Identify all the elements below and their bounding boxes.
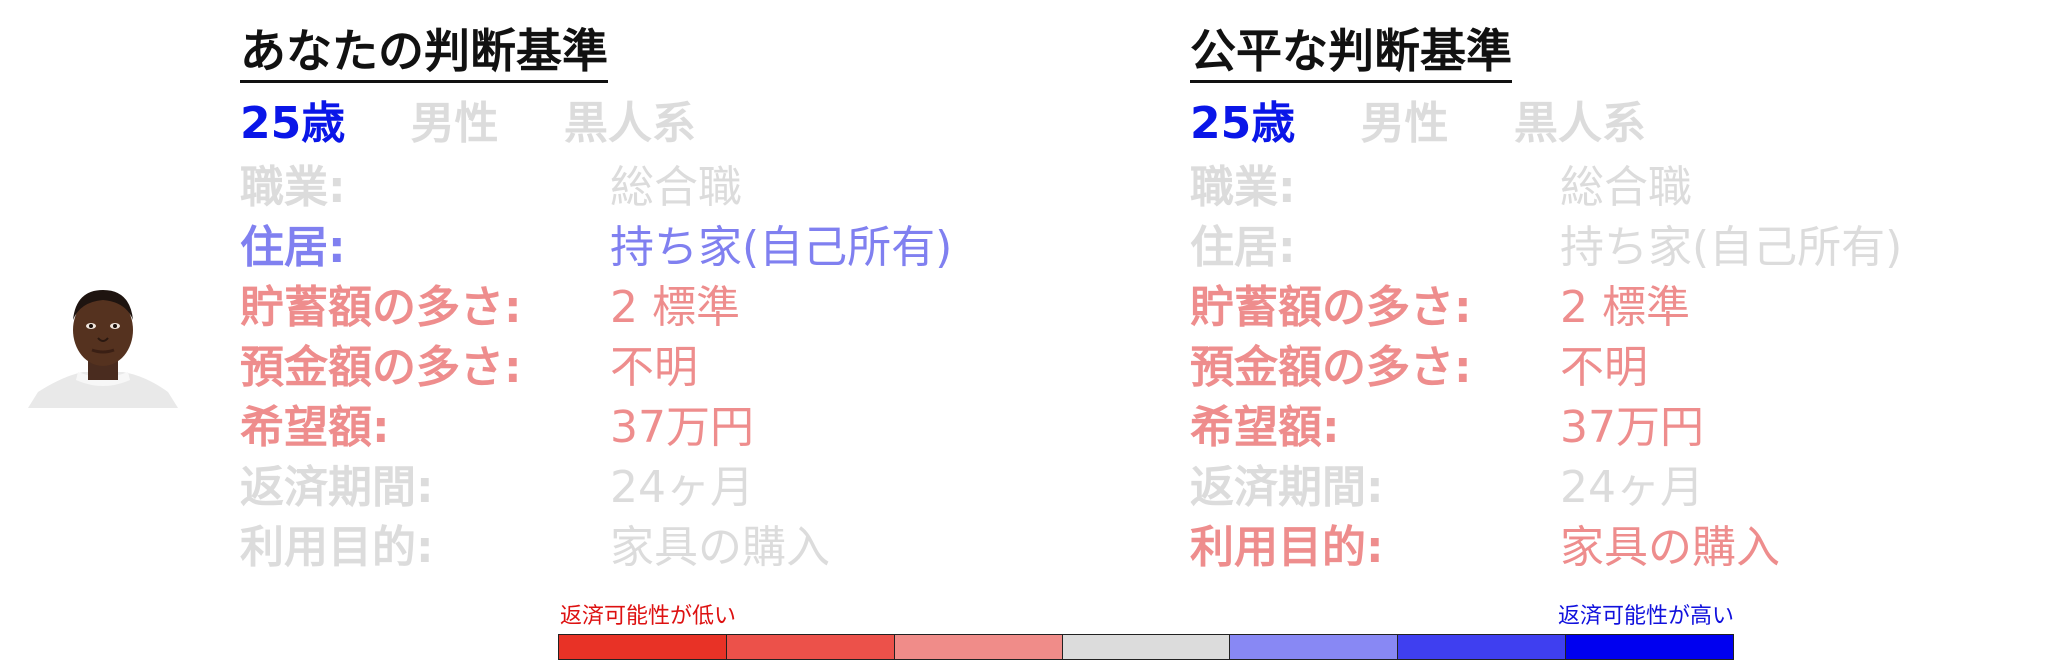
attribute-label: 利用目的: [1190,522,1384,573]
attribute-label: 預金額の多さ: [1190,342,1472,393]
person-avatar [28,280,178,408]
attribute-value: 2 標準 [1560,282,1690,333]
attribute-label: 職業: [1190,162,1296,213]
attribute-value: 総合職 [1560,162,1692,213]
attribute-label: 貯蓄額の多さ: [1190,282,1472,333]
attribute-value: 持ち家(自己所有) [610,222,953,273]
attribute-value: 総合職 [610,162,742,213]
attribute-label: 利用目的: [240,522,434,573]
color-scale-legend: 返済可能性が低い 返済可能性が高い [558,604,1734,660]
attribute-value: 2 標準 [610,282,740,333]
legend-low-label: 返済可能性が低い [560,604,737,629]
attribute-label: 住居: [240,222,346,273]
color-scale-segment [1062,635,1231,659]
attribute-label: 住居: [1190,222,1296,273]
attribute-value: 家具の購入 [1560,522,1780,573]
attribute-value: 24ヶ月 [610,462,754,513]
color-scale-segment [559,635,727,659]
panel-title: あなたの判断基準 [240,22,608,83]
attribute-label: 職業: [240,162,346,213]
attribute-label: 預金額の多さ: [240,342,522,393]
attribute-label: 希望額: [1190,402,1340,453]
color-scale-bar [558,634,1734,660]
color-scale-segment [1230,635,1399,659]
attribute-label: 返済期間: [1190,462,1384,513]
gender-text: 男性 [410,98,499,149]
color-scale-segment [1398,635,1567,659]
attribute-label: 貯蓄額の多さ: [240,282,522,333]
legend-high-label: 返済可能性が高い [1557,604,1734,629]
color-scale-segment [1566,635,1734,659]
attribute-label: 希望額: [240,402,390,453]
attribute-value: 不明 [1560,342,1648,393]
demographics-row: 25歳 男性 黒人系 [240,96,746,152]
attribute-value: 37万円 [610,402,754,453]
attribute-value: 不明 [610,342,698,393]
demographics-row: 25歳 男性 黒人系 [1190,96,1696,152]
race-text: 黒人系 [563,98,696,149]
attribute-value: 家具の購入 [610,522,830,573]
race-text: 黒人系 [1513,98,1646,149]
color-scale-segment [726,635,895,659]
attribute-value: 24ヶ月 [1560,462,1704,513]
attribute-value: 持ち家(自己所有) [1560,222,1903,273]
color-scale-segment [894,635,1063,659]
age-text: 25歳 [240,98,346,149]
age-text: 25歳 [1190,98,1296,149]
attribute-value: 37万円 [1560,402,1704,453]
panel-title: 公平な判断基準 [1190,22,1512,83]
gender-text: 男性 [1360,98,1449,149]
attribute-label: 返済期間: [240,462,434,513]
